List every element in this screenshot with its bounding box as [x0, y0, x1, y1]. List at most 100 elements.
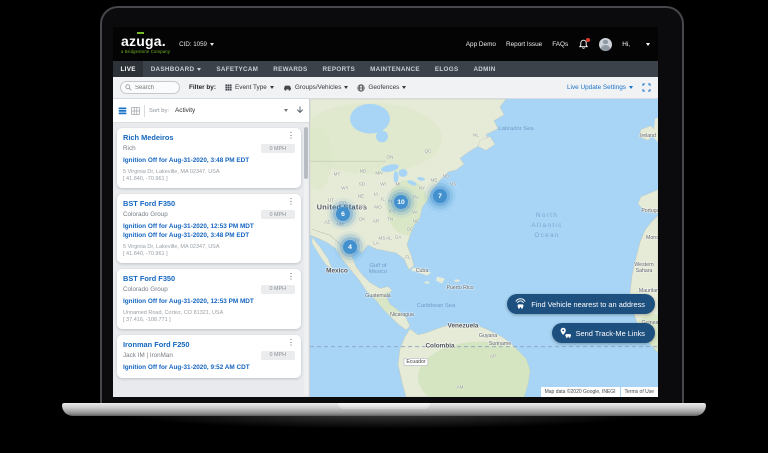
map-cluster-marker[interactable]: 6	[336, 207, 350, 221]
nav-tab-safetycam[interactable]: SAFETYCAM	[209, 61, 266, 77]
panel-scrollbar-thumb[interactable]	[304, 127, 308, 179]
grid-view-icon[interactable]	[131, 107, 140, 115]
nav-tab-elogs[interactable]: ELOGS	[427, 61, 466, 77]
vehicle-name[interactable]: Ironman Ford F250	[123, 340, 190, 349]
sort-bar: Sort by: Activity	[113, 99, 309, 123]
chevron-down-icon	[270, 86, 274, 89]
vehicle-group: Colorado Group	[123, 286, 168, 293]
card-menu-icon[interactable]	[287, 133, 295, 139]
vehicle-event: Ignition Off for Aug-31-2020, 12:53 PM M…	[123, 223, 273, 231]
nav-tab-admin[interactable]: ADMIN	[466, 61, 503, 77]
list-view-icon[interactable]	[118, 107, 127, 115]
groups-vehicles-label: Groups/Vehicles	[295, 84, 342, 91]
speed-badge: 0 MPH	[261, 351, 295, 360]
geofences-dropdown[interactable]: Geofences	[357, 84, 406, 92]
nav-tab-dashboard[interactable]: DASHBOARD	[143, 61, 209, 77]
live-update-label: Live Update Settings	[567, 84, 626, 91]
vehicle-group: Rich	[123, 145, 136, 152]
vehicle-address: Unnamed Road, Cortez, CO 81321, USA	[123, 310, 295, 317]
notifications-button[interactable]	[578, 39, 589, 50]
speed-badge: 0 MPH	[261, 210, 295, 219]
cid-label: CID: 1059	[179, 41, 207, 48]
search-box[interactable]	[120, 81, 180, 94]
nav-tab-maintenance[interactable]: MAINTENANCE	[363, 61, 428, 77]
vehicle-radar-icon	[514, 298, 527, 310]
logo-text-u: u	[136, 33, 145, 49]
vehicle-icon	[283, 84, 292, 91]
vehicle-card[interactable]: BST Ford F350 Colorado Group 0 MPH Ignit…	[117, 269, 301, 329]
attribution-text: Map data ©2020 Google, INEGI	[541, 387, 620, 397]
map-cluster-marker[interactable]: 4	[343, 240, 357, 254]
nav-label: ELOGS	[435, 66, 459, 73]
vehicle-list-panel: Sort by: Activity	[113, 99, 310, 397]
user-avatar[interactable]	[599, 38, 612, 51]
live-update-settings[interactable]: Live Update Settings	[567, 84, 633, 91]
nav-label: SAFETYCAM	[216, 66, 258, 73]
notification-badge	[586, 38, 591, 43]
main-nav: LIVE DASHBOARD SAFETYCAM REWARDS REPORTS…	[113, 61, 658, 77]
filter-by-label: Filter by:	[189, 84, 216, 91]
track-me-label: Send Track-Me Links	[576, 329, 645, 338]
card-menu-icon[interactable]	[287, 340, 295, 346]
speed-badge: 0 MPH	[261, 285, 295, 294]
find-vehicle-button[interactable]: Find Vehicle nearest to an address	[507, 294, 655, 314]
map-canvas[interactable]: Labrador SeaNLIrelandNorth Atlantic Ocea…	[310, 99, 658, 397]
vehicle-address: 5 Virginia Dr, Lakeville, MA 02347, USA	[123, 169, 295, 176]
sort-by-label: Sort by:	[149, 108, 169, 114]
app-header: azuga. a Bridgestone Company CID: 1059 A…	[113, 27, 658, 61]
filter-bar: Filter by: Event Type	[113, 77, 658, 99]
cluster-count: 6	[341, 211, 345, 218]
vehicle-event: Ignition Off for Aug-31-2020, 3:48 PM ED…	[123, 157, 273, 165]
nav-tab-reports[interactable]: REPORTS	[315, 61, 363, 77]
nav-tab-live[interactable]: LIVE	[113, 61, 143, 77]
search-icon	[125, 84, 132, 91]
chevron-down-icon	[629, 86, 633, 89]
cluster-count: 4	[348, 244, 352, 251]
globe-icon	[357, 84, 365, 92]
download-icon[interactable]	[296, 106, 304, 115]
map-cluster-marker[interactable]: 7	[433, 189, 447, 203]
faqs-link[interactable]: FAQs	[552, 41, 568, 48]
vehicle-card-list: Rich Medeiros Rich 0 MPH Ignition Off fo…	[113, 123, 309, 397]
speed-badge: 0 MPH	[261, 144, 295, 153]
find-vehicle-label: Find Vehicle nearest to an address	[531, 300, 645, 309]
map-clusters: 6 10 7 4	[310, 99, 658, 397]
event-type-label: Event Type	[235, 84, 267, 91]
account-menu-chevron-icon[interactable]	[646, 43, 650, 46]
cid-dropdown[interactable]: CID: 1059	[179, 41, 214, 48]
nav-label: REWARDS	[273, 66, 307, 73]
chevron-down-icon	[402, 86, 406, 89]
search-input[interactable]	[135, 85, 175, 91]
laptop-screen-bezel: azuga. a Bridgestone Company CID: 1059 A…	[100, 6, 684, 408]
vehicle-name[interactable]: BST Ford F350	[123, 274, 175, 283]
app-demo-link[interactable]: App Demo	[466, 41, 496, 48]
report-issue-link[interactable]: Report Issue	[506, 41, 542, 48]
chevron-down-icon[interactable]	[284, 109, 288, 112]
vehicle-name[interactable]: Rich Medeiros	[123, 133, 174, 142]
send-track-me-links-button[interactable]: Send Track-Me Links	[552, 323, 655, 343]
terms-of-use-link[interactable]: Terms of Use	[621, 387, 658, 397]
card-menu-icon[interactable]	[287, 274, 295, 280]
card-menu-icon[interactable]	[287, 199, 295, 205]
cluster-count: 10	[397, 199, 405, 206]
nav-label: DASHBOARD	[151, 66, 195, 73]
vehicle-event: Ignition Off for Aug-31-2020, 9:52 AM CD…	[123, 364, 273, 372]
vehicle-coords: [ 41.840, -70.961 ]	[123, 176, 295, 182]
event-type-dropdown[interactable]: Event Type	[225, 84, 274, 91]
cluster-count: 7	[438, 193, 442, 200]
grid-icon	[225, 84, 232, 91]
chevron-down-icon	[197, 68, 201, 71]
map-cluster-marker[interactable]: 10	[394, 195, 408, 209]
vehicle-name[interactable]: BST Ford F350	[123, 199, 175, 208]
vehicle-card[interactable]: Ironman Ford F250 Jack IM | IronMan 0 MP…	[117, 335, 301, 378]
nav-tab-rewards[interactable]: REWARDS	[266, 61, 315, 77]
fullscreen-icon[interactable]	[642, 83, 651, 92]
nav-label: LIVE	[121, 66, 136, 73]
vehicle-group: Jack IM | IronMan	[123, 352, 173, 359]
vehicle-card[interactable]: Rich Medeiros Rich 0 MPH Ignition Off fo…	[117, 128, 301, 188]
vehicle-card[interactable]: BST Ford F350 Colorado Group 0 MPH Ignit…	[117, 194, 301, 263]
sort-select[interactable]: Activity	[173, 107, 280, 114]
groups-vehicles-dropdown[interactable]: Groups/Vehicles	[283, 84, 349, 91]
laptop-base-notch	[338, 403, 430, 409]
pin-vehicle-icon	[559, 327, 572, 339]
